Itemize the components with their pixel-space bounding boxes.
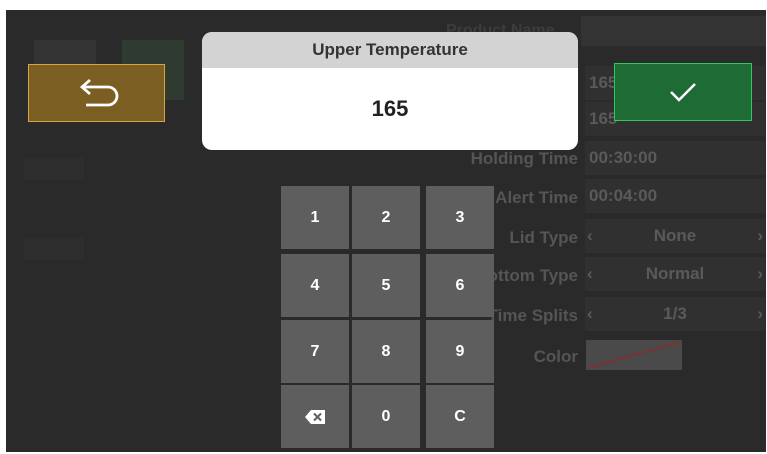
bg-row	[24, 158, 84, 180]
lid-type-select: ‹ None ›	[585, 219, 765, 253]
dialog-value-display: 165	[371, 96, 409, 121]
splits-label: Time Splits	[487, 306, 578, 325]
bg-header	[581, 16, 766, 46]
key-2[interactable]: 2	[352, 186, 420, 249]
splits-value: 1/3	[663, 304, 687, 323]
key-0[interactable]: 0	[352, 385, 420, 448]
key-9[interactable]: 9	[426, 320, 494, 383]
chevron-right-icon: ›	[757, 226, 763, 245]
key-3[interactable]: 3	[426, 186, 494, 249]
lid-type-label: Lid Type	[509, 228, 578, 247]
alert-time-label: Alert Time	[495, 188, 578, 207]
key-6[interactable]: 6	[426, 254, 494, 317]
key-1[interactable]: 1	[281, 186, 349, 249]
dialog-title: Upper Temperature	[202, 32, 578, 68]
bottom-type-select: ‹ Normal ›	[585, 257, 765, 291]
return-arrow-icon	[79, 78, 118, 107]
splits-select: ‹ 1/3 ›	[585, 297, 765, 331]
screen: Product Name 165 165 Holding Time 00:30:…	[6, 10, 766, 452]
holding-time-field: 00:30:00	[585, 141, 765, 175]
key-8[interactable]: 8	[352, 320, 420, 383]
chevron-right-icon: ›	[757, 304, 763, 323]
confirm-button[interactable]	[614, 63, 752, 121]
clear-key[interactable]: C	[426, 385, 494, 448]
key-4[interactable]: 4	[281, 254, 349, 317]
alert-time-field: 00:04:00	[585, 179, 765, 213]
chevron-right-icon: ›	[757, 264, 763, 283]
value-dialog: Upper Temperature 165	[202, 32, 578, 150]
bottom-type-value: Normal	[645, 264, 705, 283]
lid-type-value: None	[653, 226, 697, 245]
checkmark-icon	[670, 83, 696, 102]
key-5[interactable]: 5	[352, 254, 420, 317]
holding-time-label: Holding Time	[470, 149, 578, 168]
color-label: Color	[533, 347, 578, 366]
color-swatch	[586, 340, 682, 370]
back-button[interactable]	[28, 64, 165, 122]
key-7[interactable]: 7	[281, 320, 349, 383]
backspace-key[interactable]	[281, 385, 349, 448]
backspace-icon	[305, 409, 325, 424]
bg-row	[24, 238, 84, 260]
